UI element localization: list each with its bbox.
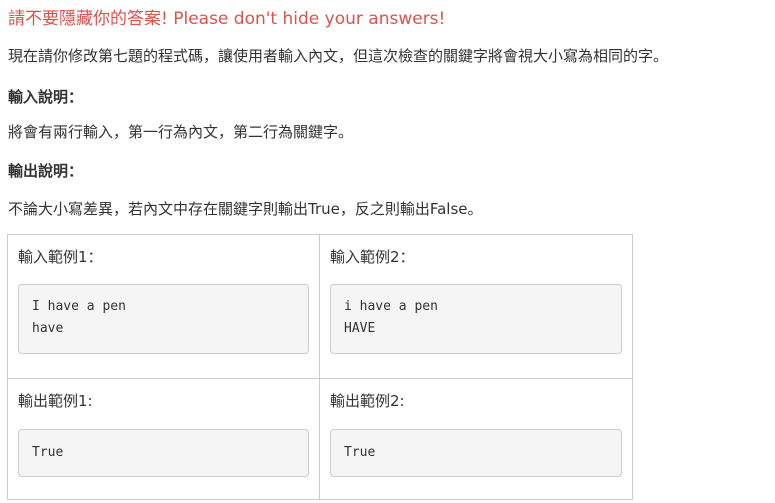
output-example-1-cell: 輸出範例1: True [7,378,320,500]
input-examples-row: 輸入範例1： I have a pen have 輸入範例2： i have a… [7,234,633,379]
output-heading: 輸出說明： [8,162,84,180]
output-examples-row: 輸出範例1: True 輸出範例2: True [7,378,633,500]
input-example-2-title: 輸入範例2： [330,248,415,266]
problem-description: 現在請你修改第七題的程式碼，讓使用者輸入內文，但這次檢查的關鍵字將會視大小寫為相… [8,47,669,65]
output-example-1-code[interactable]: True [18,429,309,477]
input-example-1-cell: 輸入範例1： I have a pen have [7,234,320,379]
output-description: 不論大小寫差異，若內文中存在關鍵字則輸出True，反之則輸出False。 [8,200,483,218]
examples-table: 輸入範例1： I have a pen have 輸入範例2： i have a… [7,234,633,500]
input-example-1-title: 輸入範例1： [18,248,103,266]
input-heading: 輸入說明： [8,88,84,106]
output-example-2-title: 輸出範例2: [330,392,405,410]
output-example-2-code[interactable]: True [330,429,622,477]
output-example-2-cell: 輸出範例2: True [319,378,633,500]
input-example-2-code[interactable]: i have a pen HAVE [330,284,622,354]
input-example-2-cell: 輸入範例2： i have a pen HAVE [319,234,633,379]
input-example-1-code[interactable]: I have a pen have [18,284,309,354]
warning-text: 請不要隱藏你的答案! Please don't hide your answer… [8,9,446,29]
input-description: 將會有兩行輸入，第一行為內文，第二行為關鍵字。 [8,123,354,141]
output-example-1-title: 輸出範例1: [18,392,93,410]
